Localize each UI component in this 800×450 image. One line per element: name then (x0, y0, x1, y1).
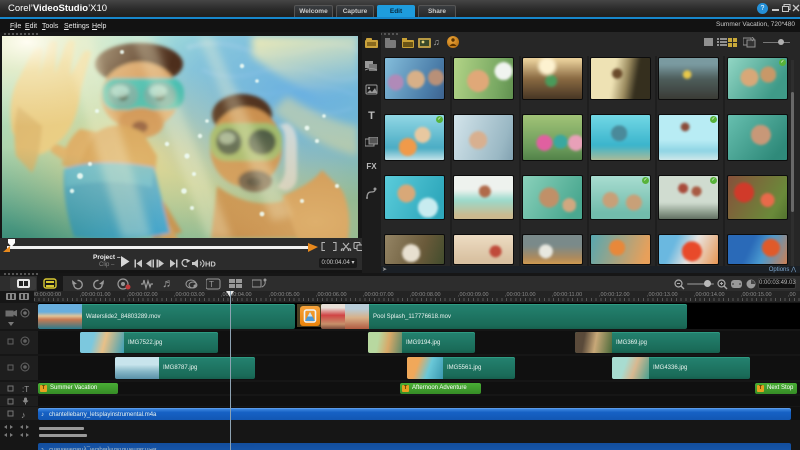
svg-text::T: :T (22, 385, 29, 394)
svg-text:T: T (209, 280, 214, 289)
svg-text:HD: HD (205, 260, 216, 269)
svg-text:♪: ♪ (21, 410, 26, 420)
